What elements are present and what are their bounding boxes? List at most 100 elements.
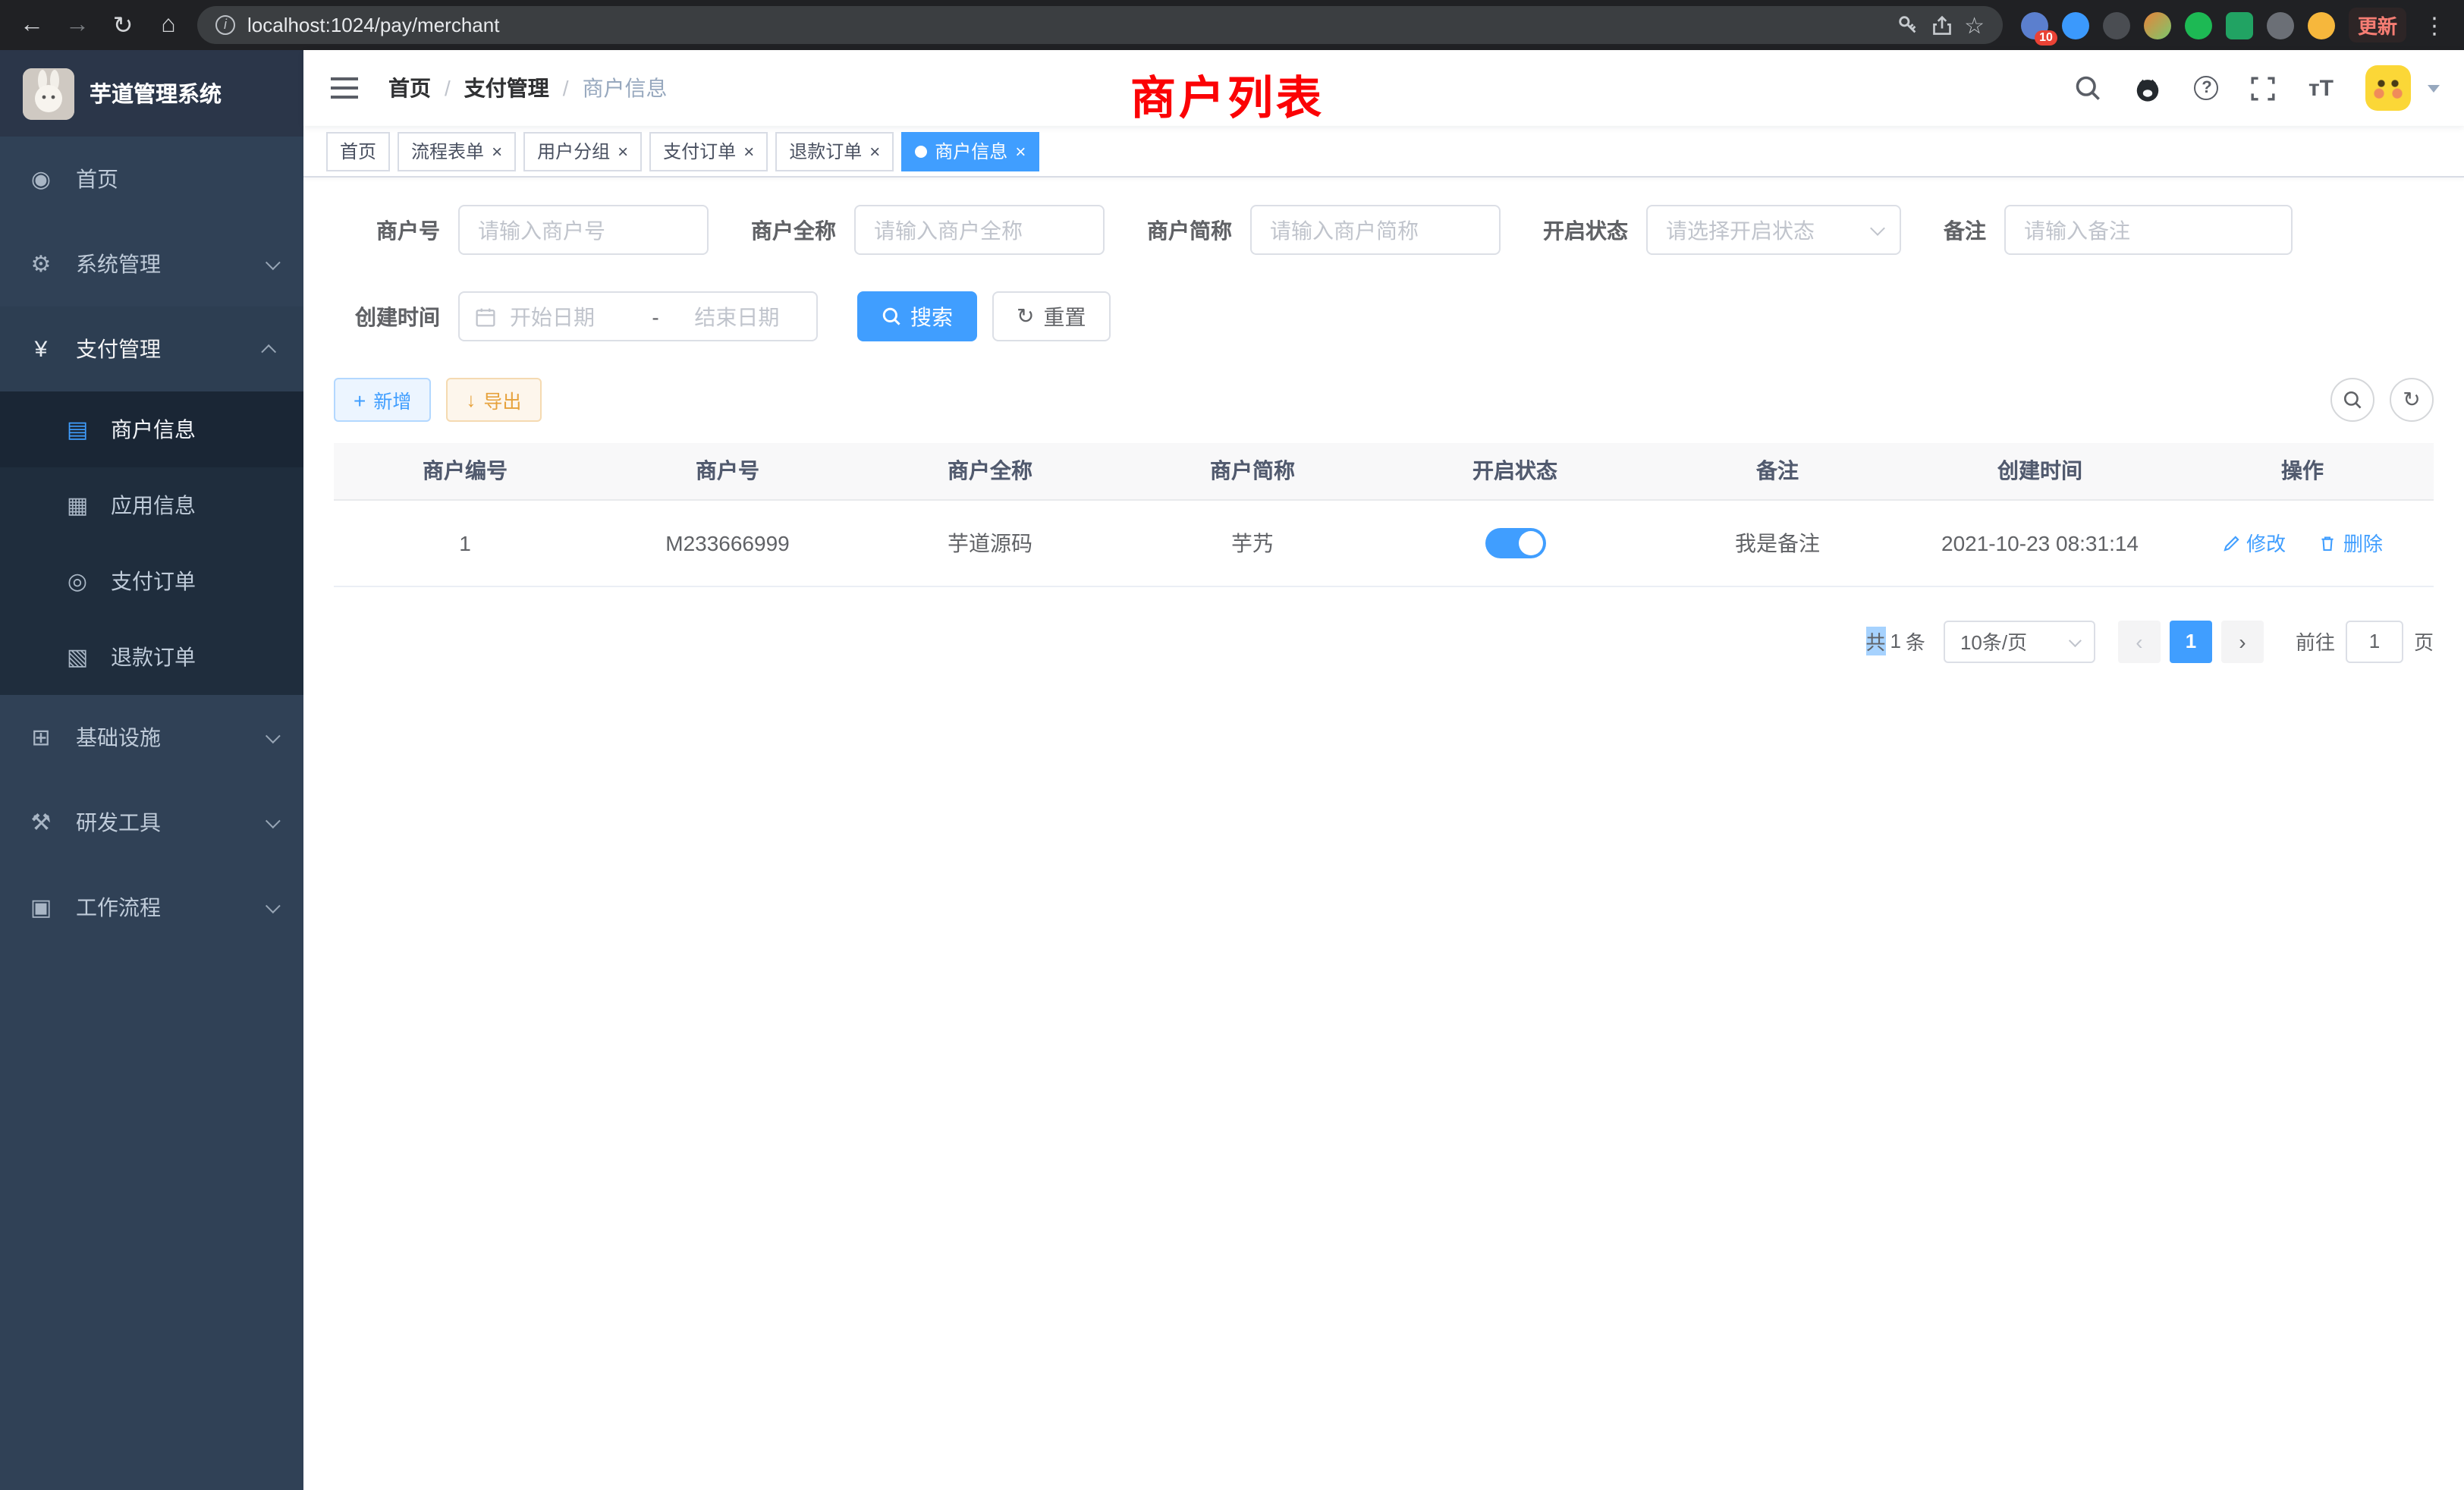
status-switch[interactable] [1485,527,1545,558]
goto-prefix: 前往 [2296,627,2335,655]
extension-green-square-icon[interactable] [2226,11,2253,39]
sidebar-item-infrastructure[interactable]: ⊞ 基础设施 [0,695,303,780]
sidebar-logo[interactable]: 芋道管理系统 [0,50,303,137]
search-icon[interactable] [2075,74,2102,102]
page-1-button[interactable]: 1 [2170,620,2212,662]
full-name-input[interactable] [854,205,1105,255]
payment-submenu: ▤ 商户信息 ▦ 应用信息 ◎ 支付订单 ▧ 退款订单 [0,391,303,695]
tab-merchant-info[interactable]: 商户信息 [901,131,1039,171]
total-count: 共 1 条 [1865,627,1925,655]
bookmark-star-icon[interactable] [1964,11,1985,39]
sidebar-item-workflow[interactable]: ▣ 工作流程 [0,865,303,950]
tab-refund-orders[interactable]: 退款订单 [775,131,894,171]
pagination: 共 1 条 10条/页 1 前往 页 [334,620,2434,662]
tab-process-form[interactable]: 流程表单 [398,131,516,171]
status-select[interactable] [1646,205,1901,255]
calendar-icon [475,306,496,327]
extension-drop-icon[interactable] [2062,11,2089,39]
url-text[interactable]: localhost:1024/pay/merchant [247,14,1884,36]
extension-badge: 10 [2035,30,2057,45]
reset-button[interactable]: 重置 [992,291,1110,341]
sidebar-item-refund-orders[interactable]: ▧ 退款订单 [0,619,303,695]
tab-user-group[interactable]: 用户分组 [523,131,642,171]
sidebar-item-merchant-info[interactable]: ▤ 商户信息 [0,391,303,467]
help-icon[interactable] [2195,76,2219,100]
goto-page-input[interactable] [2346,620,2403,662]
chevron-down-icon [266,813,281,828]
screenshot-root: i localhost:1024/pay/merchant 10 更新 [0,0,2464,1490]
status-label: 开启状态 [1543,215,1628,245]
col-short-name: 商户简称 [1121,443,1384,499]
tab-label: 流程表单 [411,138,484,164]
prev-page-button[interactable] [2118,620,2161,662]
toggle-search-button[interactable] [2330,378,2374,422]
edit-link[interactable]: 修改 [2222,528,2286,557]
sidebar-item-devtools[interactable]: ⚒ 研发工具 [0,780,303,865]
card-icon: ▤ [64,416,91,443]
extension-puzzle-icon[interactable]: 10 [2021,11,2048,39]
sidebar-item-app-info[interactable]: ▦ 应用信息 [0,467,303,543]
url-bar[interactable]: i localhost:1024/pay/merchant [197,6,2003,44]
user-avatar[interactable] [2365,65,2411,111]
share-icon[interactable] [1931,14,1952,36]
extension-strip: 10 更新 [2015,8,2449,42]
extension-green-circle-icon[interactable] [2185,11,2212,39]
sidebar-item-payment[interactable]: ¥ 支付管理 [0,306,303,391]
merchant-no-input[interactable] [458,205,709,255]
browser-reload-icon[interactable] [106,10,140,40]
gear-icon: ⚙ [27,250,55,278]
start-date-placeholder[interactable]: 开始日期 [510,301,638,332]
search-button[interactable]: 搜索 [857,291,977,341]
close-icon[interactable] [1015,142,1026,160]
github-icon[interactable] [2134,74,2163,102]
browser-menu-icon[interactable] [2420,11,2449,39]
page-content: 商户号 商户全称 商户简称 开启状态 [303,178,2464,662]
sidebar-item-home[interactable]: ◉ 首页 [0,137,303,222]
breadcrumb-payment[interactable]: 支付管理 [464,73,549,103]
refresh-table-button[interactable] [2390,378,2434,422]
extension-face-icon[interactable] [2308,11,2335,39]
document-icon: ▧ [64,643,91,671]
chevron-down-icon [266,254,281,269]
sidebar-item-system[interactable]: ⚙ 系统管理 [0,222,303,306]
sidebar-item-pay-orders[interactable]: ◎ 支付订单 [0,543,303,619]
tab-home[interactable]: 首页 [326,131,390,171]
export-button[interactable]: 导出 [446,378,541,422]
extension-pinwheel-icon[interactable] [2267,11,2294,39]
yen-icon: ¥ [27,336,55,362]
chevron-down-icon [266,728,281,743]
site-info-icon[interactable]: i [215,15,235,35]
sidebar-item-label: 退款订单 [111,642,196,672]
breadcrumb-home[interactable]: 首页 [388,73,431,103]
close-icon[interactable] [618,142,628,160]
fullscreen-icon[interactable] [2251,75,2277,101]
breadcrumb-current: 商户信息 [583,73,668,103]
remark-input[interactable] [2004,205,2293,255]
sidebar-toggle-icon[interactable] [331,86,358,90]
add-button[interactable]: 新增 [334,378,431,422]
create-time-label: 创建时间 [334,301,440,332]
browser-update-button[interactable]: 更新 [2349,8,2406,42]
browser-forward-icon[interactable] [61,11,94,39]
avatar-dropdown-caret-icon[interactable] [2428,84,2440,92]
browser-home-icon[interactable] [152,11,185,39]
date-range-picker[interactable]: 开始日期 结束日期 [458,291,818,341]
browser-back-icon[interactable] [15,11,49,39]
font-size-icon[interactable] [2308,75,2334,101]
next-page-button[interactable] [2221,620,2264,662]
page-size-select[interactable]: 10条/页 [1944,620,2095,662]
browser-chrome: i localhost:1024/pay/merchant 10 更新 [0,0,2464,50]
short-name-input[interactable] [1250,205,1501,255]
delete-link[interactable]: 删除 [2319,528,2383,557]
password-key-icon[interactable] [1896,14,1919,36]
close-icon[interactable] [743,142,754,160]
close-icon[interactable] [492,142,502,160]
tab-pay-orders[interactable]: 支付订单 [649,131,768,171]
page-size-value: 10条/页 [1960,627,2027,655]
sidebar-item-label: 研发工具 [76,807,161,838]
close-icon[interactable] [869,142,880,160]
cell-created: 2021-10-23 08:31:14 [1909,499,2171,586]
extension-dark-icon[interactable] [2103,11,2130,39]
end-date-placeholder[interactable]: 结束日期 [673,301,801,332]
extension-color-icon[interactable] [2144,11,2171,39]
